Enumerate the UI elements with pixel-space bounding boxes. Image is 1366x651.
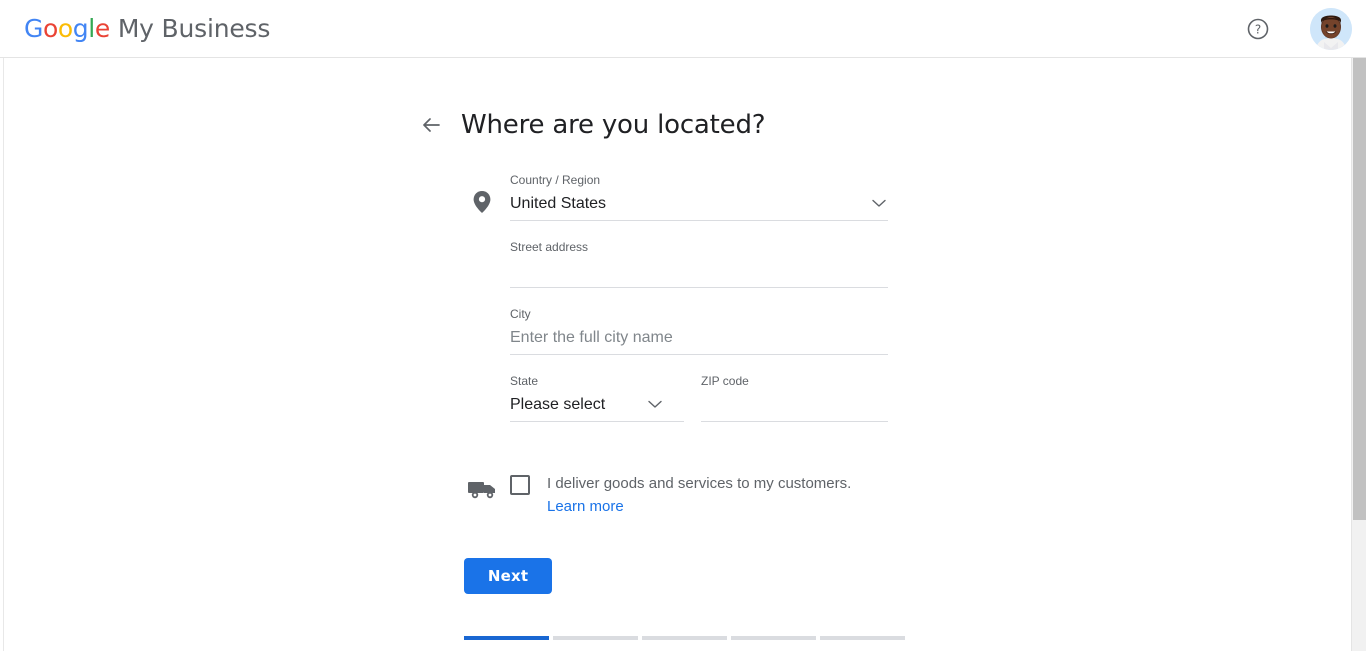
product-name: My Business: [117, 14, 271, 43]
street-address-value: [510, 258, 888, 259]
address-fields: Country / Region United States Street ad…: [419, 172, 919, 440]
help-circle-icon: ?: [1247, 18, 1269, 40]
avatar-photo-icon: [1310, 8, 1352, 50]
progress-step-3: [642, 636, 727, 640]
scrollbar-thumb[interactable]: [1353, 58, 1366, 520]
map-pin-icon: [473, 191, 491, 213]
logo-letter-g1: G: [24, 14, 43, 43]
chevron-down-icon: [648, 400, 662, 408]
street-address-input[interactable]: [510, 258, 888, 288]
progress-step-1: [464, 636, 549, 640]
city-field[interactable]: City Enter the full city name: [510, 306, 888, 355]
page-title: Where are you located?: [461, 110, 766, 140]
state-label: State: [510, 374, 539, 388]
country-select[interactable]: United States: [510, 191, 888, 221]
brand-logo[interactable]: Google My Business: [24, 14, 270, 43]
progress-step-2: [553, 636, 638, 640]
help-button[interactable]: ?: [1242, 13, 1274, 45]
delivery-option-row: I deliver goods and services to my custo…: [419, 472, 919, 518]
logo-letter-o1: o: [42, 14, 58, 43]
zip-code-input[interactable]: [701, 392, 888, 422]
location-form: Where are you located? Country / Region …: [419, 110, 919, 640]
page-header-row: Where are you located?: [419, 110, 919, 140]
delivery-truck-icon: [468, 482, 495, 499]
chevron-down-icon: [872, 199, 886, 207]
avatar[interactable]: [1310, 8, 1352, 50]
street-address-field[interactable]: Street address: [510, 239, 888, 288]
progress-steps: [419, 636, 919, 640]
city-input[interactable]: Enter the full city name: [510, 325, 888, 355]
logo-letter-e: e: [94, 14, 110, 43]
state-field[interactable]: State Please select: [510, 373, 684, 422]
actions-row: Next: [419, 558, 919, 594]
street-address-label: Street address: [510, 240, 589, 254]
next-button[interactable]: Next: [464, 558, 552, 594]
zip-code-value: [701, 392, 888, 393]
google-wordmark: Google: [24, 14, 110, 43]
progress-step-5: [820, 636, 905, 640]
country-value: United States: [510, 195, 607, 212]
delivery-text: I deliver goods and services to my custo…: [547, 475, 852, 492]
logo-letter-o2: o: [57, 14, 73, 43]
zip-code-field[interactable]: ZIP code: [701, 373, 888, 422]
arrow-left-icon[interactable]: [419, 113, 443, 137]
country-label: Country / Region: [510, 173, 601, 187]
city-placeholder: Enter the full city name: [510, 329, 673, 346]
state-select[interactable]: Please select: [510, 392, 684, 422]
city-label: City: [510, 307, 531, 321]
vertical-scrollbar[interactable]: [1351, 58, 1366, 651]
progress-step-4: [731, 636, 816, 640]
state-zip-row: State Please select ZIP code: [510, 373, 919, 440]
app-header: Google My Business ?: [0, 0, 1366, 58]
country-field[interactable]: Country / Region United States: [510, 172, 888, 221]
page-content: Where are you located? Country / Region …: [3, 58, 1351, 651]
svg-text:?: ?: [1255, 22, 1261, 36]
logo-letter-g2: g: [72, 14, 89, 43]
zip-code-label: ZIP code: [701, 374, 749, 388]
delivery-label: I deliver goods and services to my custo…: [547, 472, 851, 518]
learn-more-link[interactable]: Learn more: [547, 495, 624, 518]
delivery-checkbox[interactable]: [510, 475, 530, 495]
